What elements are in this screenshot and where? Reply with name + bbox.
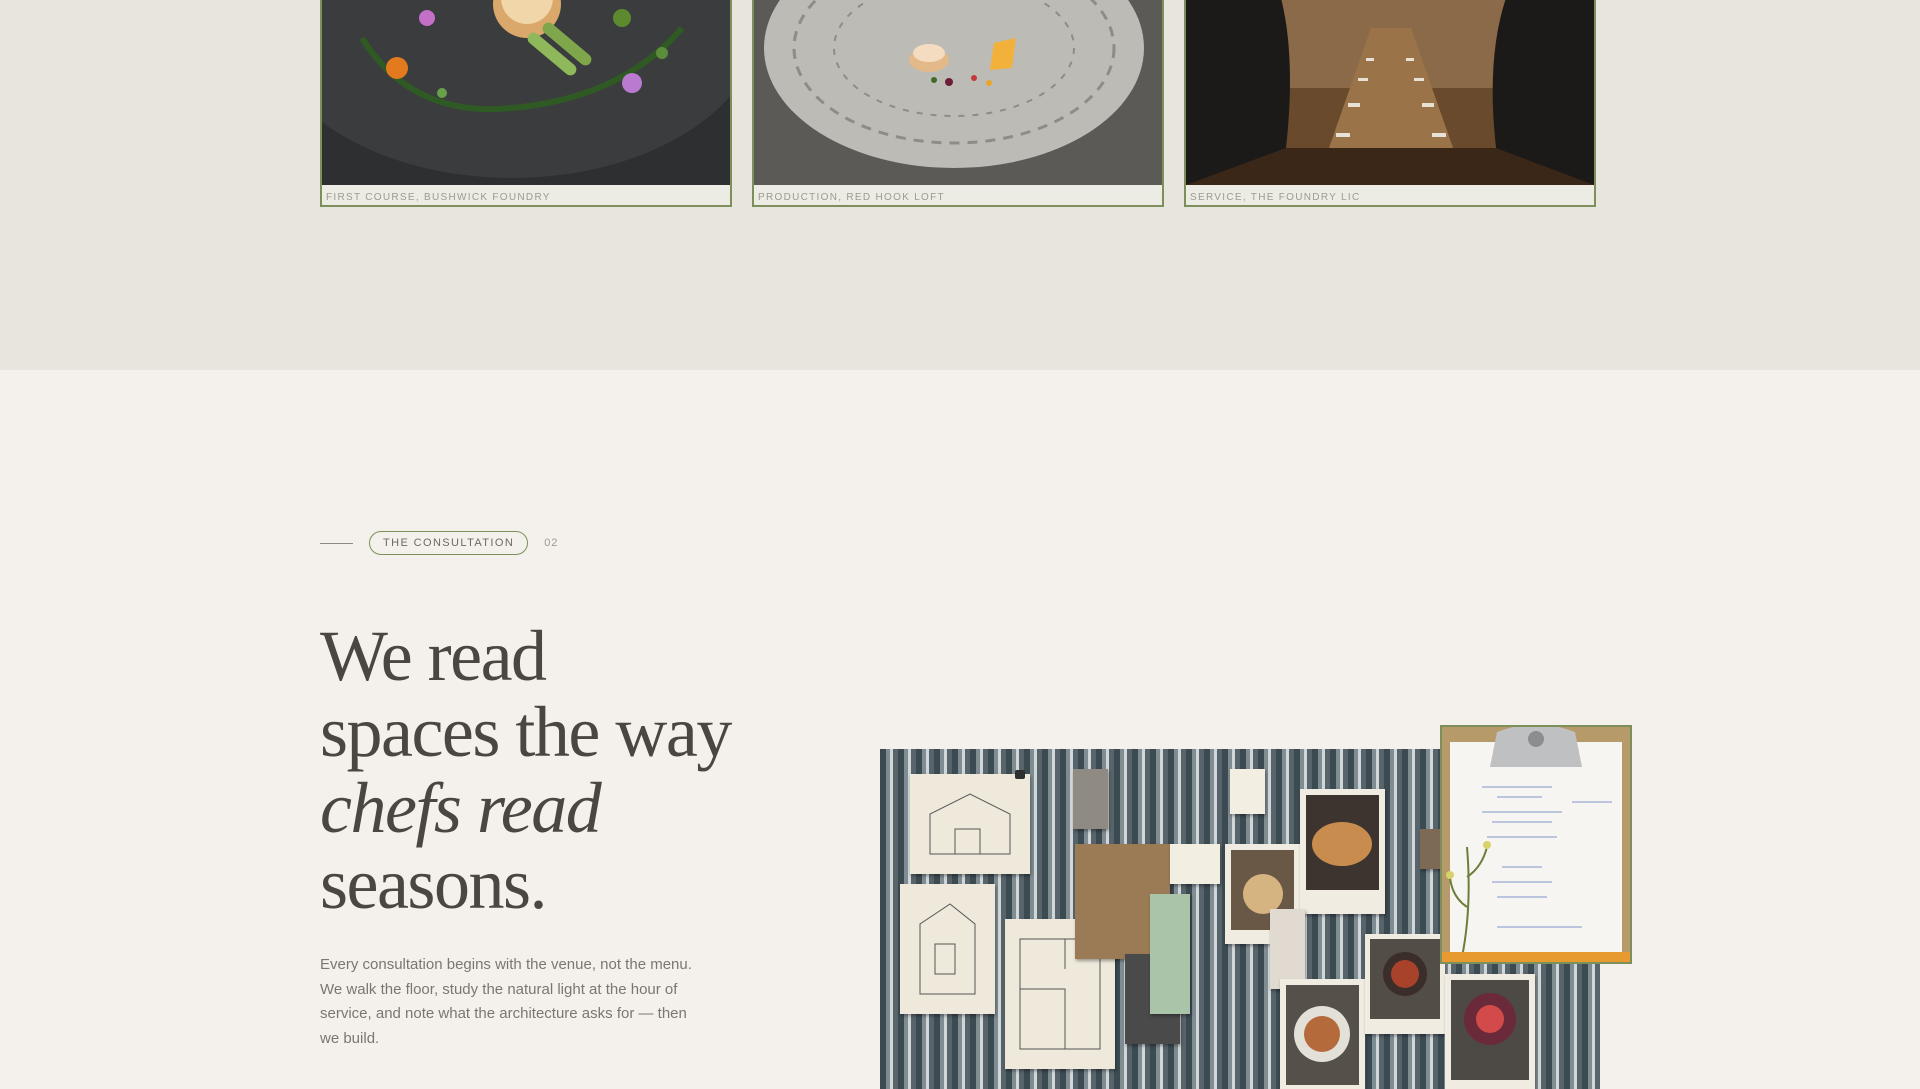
card-caption: SERVICE, THE FOUNDRY LIC — [1190, 192, 1361, 203]
headline-line: seasons. — [320, 844, 547, 924]
section-headline: We read spaces the way chefs read season… — [320, 618, 780, 922]
headline-italic-line: chefs read — [320, 768, 602, 848]
card-caption: FIRST COURSE, BUSHWICK FOUNDRY — [326, 192, 551, 203]
headline-line: spaces the way — [320, 692, 732, 772]
photo-print — [1300, 789, 1385, 914]
section-eyebrow: THE CONSULTATION 02 — [320, 530, 558, 556]
eyebrow-rule — [320, 542, 353, 544]
card-caption: PRODUCTION, RED HOOK LOFT — [758, 192, 945, 203]
gallery-card-service[interactable]: SERVICE, THE FOUNDRY LIC — [1184, 0, 1596, 207]
photo-print — [1280, 979, 1365, 1089]
note-card — [1170, 844, 1220, 884]
photo-print — [1365, 934, 1445, 1034]
note-card — [1230, 769, 1265, 814]
napkin-swatch — [1270, 909, 1305, 989]
plated-scallop-photo — [322, 0, 730, 185]
sketch-card — [900, 884, 995, 1014]
gallery-card-first-course[interactable]: FIRST COURSE, BUSHWICK FOUNDRY — [320, 0, 732, 207]
headline-line: We read — [320, 616, 547, 696]
ceramic-plate-photo — [754, 0, 1162, 185]
photo-gallery: FIRST COURSE, BUSHWICK FOUNDRY PRODUCTIO… — [0, 0, 1920, 370]
fabric-swatch — [1073, 769, 1108, 829]
section-body-text: Every consultation begins with the venue… — [320, 956, 692, 1047]
clipboard-menu-photo — [1440, 725, 1632, 964]
section-label-pill: THE CONSULTATION — [369, 531, 529, 555]
photo-print — [1445, 974, 1535, 1089]
section-number: 02 — [544, 537, 559, 549]
binder-clip — [1015, 770, 1025, 779]
long-table-dinner-photo — [1186, 0, 1594, 185]
linen-swatch — [1150, 894, 1190, 1014]
sketch-card — [910, 774, 1030, 874]
gallery-card-production[interactable]: PRODUCTION, RED HOOK LOFT — [752, 0, 1164, 207]
